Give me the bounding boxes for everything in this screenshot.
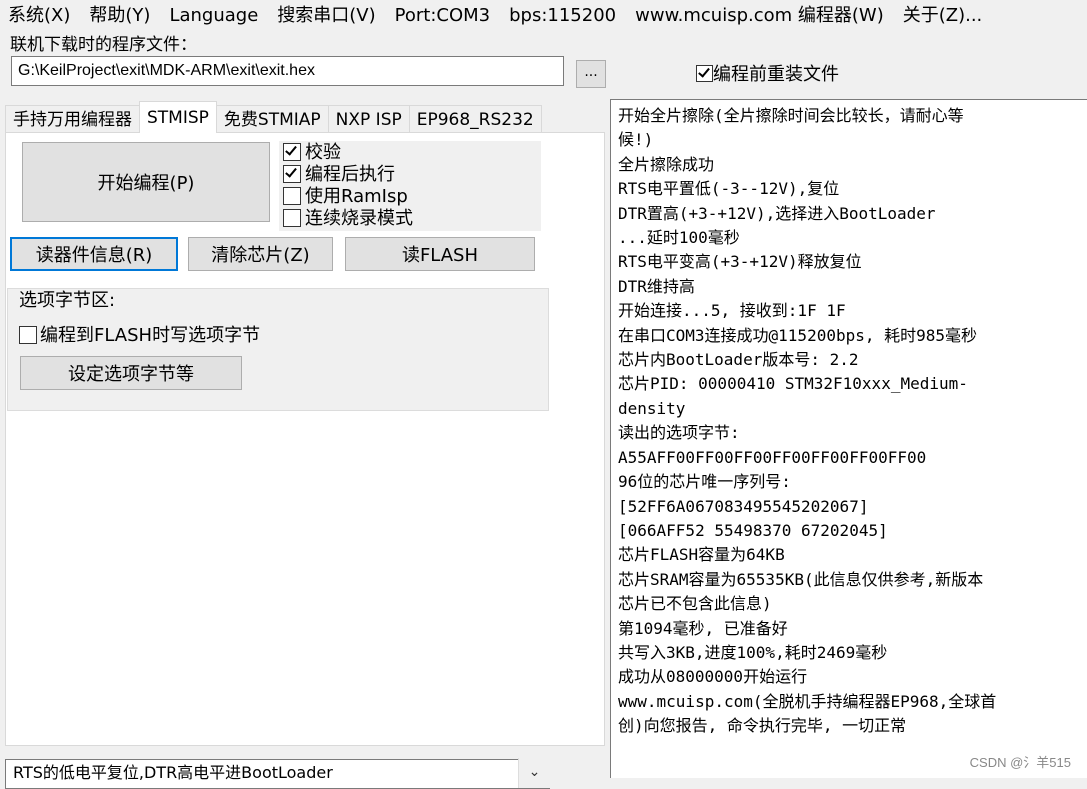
continuous-label: 连续烧录模式 — [305, 208, 413, 229]
write-option-checkbox-icon[interactable] — [19, 326, 37, 344]
menu-system[interactable]: 系统(X) — [0, 0, 79, 32]
menu-about[interactable]: 关于(Z)... — [893, 0, 992, 32]
log-line: 芯片SRAM容量为65535KB(此信息仅供参考,新版本 — [618, 569, 984, 589]
write-option-label: 编程到FLASH时写选项字节 — [40, 325, 261, 346]
menu-bar: 系统(X) 帮助(Y) Language 搜索串口(V) Port:COM3 b… — [0, 0, 1087, 32]
reset-mode-select[interactable]: RTS的低电平复位,DTR高电平进BootLoader — [5, 759, 550, 789]
menu-help[interactable]: 帮助(Y) — [79, 0, 159, 32]
run-after-label: 编程后执行 — [305, 164, 395, 185]
log-line: 成功从08000000开始运行 — [618, 667, 808, 687]
tab-free-stmiap[interactable]: 免费STMIAP — [215, 105, 329, 133]
log-line: 芯片FLASH容量为64KB — [618, 545, 785, 565]
log-line: DTR置高(+3-+12V),选择进入BootLoader — [618, 203, 936, 223]
program-file-path-input[interactable] — [11, 56, 564, 86]
reload-before-program-checkbox[interactable]: 编程前重装文件 — [696, 60, 839, 86]
log-line: 候!) — [618, 130, 654, 150]
reload-checkbox-icon[interactable] — [696, 65, 713, 82]
reload-label: 编程前重装文件 — [713, 64, 839, 85]
menu-search-port[interactable]: 搜索串口(V) — [267, 0, 384, 32]
program-file-label: 联机下载时的程序文件： — [10, 35, 197, 55]
tab-stmisp[interactable]: STMISP — [139, 101, 217, 133]
log-line: DTR维持高 — [618, 276, 695, 296]
menu-port[interactable]: Port:COM3 — [385, 0, 499, 32]
log-line: www.mcuisp.com(全脱机手持编程器EP968,全球首 — [618, 691, 997, 711]
continuous-burn-option[interactable]: 连续烧录模式 — [283, 208, 413, 230]
log-line: 芯片内BootLoader版本号: 2.2 — [618, 350, 859, 370]
log-output[interactable]: 开始全片擦除(全片擦除时间会比较长，请耐心等 候!) 全片擦除成功 RTS电平置低(-… — [610, 99, 1087, 778]
tab-bar: 手持万用编程器 STMISP 免费STMIAP NXP ISP EP968_RS… — [5, 101, 542, 133]
log-line: 第1094毫秒, 已准备好 — [618, 618, 788, 638]
log-line: A55AFF00FF00FF00FF00FF00FF00FF00 — [618, 447, 927, 467]
log-line: density — [618, 398, 686, 418]
menu-programmer[interactable]: www.mcuisp.com 编程器(W) — [625, 0, 893, 32]
log-line: RTS电平变高(+3-+12V)释放复位 — [618, 252, 862, 272]
ramisp-checkbox-icon[interactable] — [283, 187, 301, 205]
log-line: [066AFF52 55498370 67202045] — [618, 520, 888, 540]
verify-option[interactable]: 校验 — [283, 142, 341, 164]
use-ramisp-option[interactable]: 使用RamIsp — [283, 186, 408, 208]
log-line: 读出的选项字节: — [618, 423, 740, 443]
log-line: 开始连接...5, 接收到:1F 1F — [618, 301, 846, 321]
log-line: 96位的芯片唯一序列号: — [618, 472, 791, 492]
tab-ep968-rs232[interactable]: EP968_RS232 — [408, 105, 542, 133]
option-bytes-group: 选项字节区: 编程到FLASH时写选项字节 设定选项字节等 — [7, 288, 549, 411]
tab-handheld-programmer[interactable]: 手持万用编程器 — [5, 105, 140, 133]
program-options: 校验 编程后执行 使用RamIsp 连续烧录模式 — [279, 141, 541, 231]
write-option-bytes-checkbox[interactable]: 编程到FLASH时写选项字节 — [19, 321, 260, 347]
run-after-program-option[interactable]: 编程后执行 — [283, 164, 395, 186]
log-line: 全片擦除成功 — [618, 154, 715, 174]
browse-button[interactable]: ... — [576, 60, 606, 88]
log-line: ...延时100毫秒 — [618, 228, 740, 248]
erase-chip-button[interactable]: 清除芯片(Z) — [188, 237, 333, 271]
read-device-info-button[interactable]: 读器件信息(R) — [10, 237, 178, 271]
run-after-checkbox-icon[interactable] — [283, 165, 301, 183]
tab-nxp-isp[interactable]: NXP ISP — [327, 105, 410, 133]
log-line: 共写入3KB,进度100%,耗时2469毫秒 — [618, 642, 888, 662]
log-line: 开始全片擦除(全片擦除时间会比较长，请耐心等 — [618, 106, 964, 125]
log-line: 芯片PID: 00000410 STM32F10xxx_Medium- — [618, 374, 968, 394]
menu-language[interactable]: Language — [159, 0, 267, 32]
log-lines: 开始全片擦除(全片擦除时间会比较长，请耐心等 候!) 全片擦除成功 RTS电平置低(-… — [618, 104, 1087, 739]
ramisp-label: 使用RamIsp — [305, 186, 408, 207]
chevron-down-icon[interactable]: ⌄ — [518, 758, 550, 788]
log-line: RTS电平置低(-3--12V),复位 — [618, 179, 840, 199]
log-line: [52FF6A067083495545202067] — [618, 496, 869, 516]
set-option-bytes-button[interactable]: 设定选项字节等 — [20, 356, 242, 390]
verify-checkbox-icon[interactable] — [283, 143, 301, 161]
verify-label: 校验 — [305, 142, 341, 163]
log-line: 创)向您报告, 命令执行完毕, 一切正常 — [618, 716, 907, 736]
menu-bps[interactable]: bps:115200 — [499, 0, 625, 32]
start-program-button[interactable]: 开始编程(P) — [22, 142, 270, 222]
read-flash-button[interactable]: 读FLASH — [345, 237, 535, 271]
continuous-checkbox-icon[interactable] — [283, 209, 301, 227]
log-line: 在串口COM3连接成功@115200bps, 耗时985毫秒 — [618, 325, 978, 345]
option-bytes-title: 选项字节区: — [19, 290, 116, 311]
log-line: 芯片已不包含此信息) — [618, 594, 772, 614]
watermark: CSDN @氵羊515 — [969, 755, 1071, 770]
